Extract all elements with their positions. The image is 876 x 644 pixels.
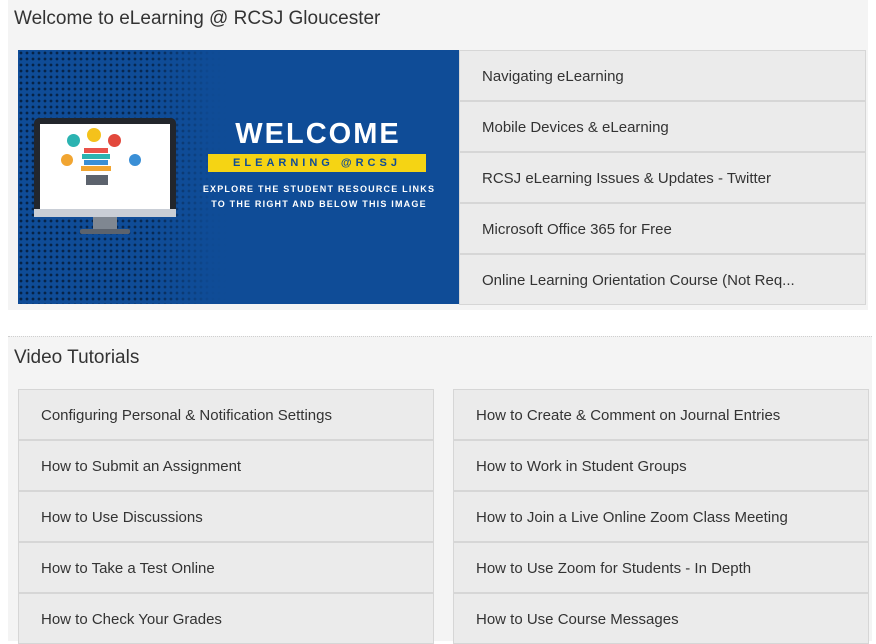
link-twitter-updates[interactable]: RCSJ eLearning Issues & Updates - Twitte… (459, 152, 866, 203)
orange-circle-icon (61, 154, 73, 166)
link-orientation-course[interactable]: Online Learning Orientation Course (Not … (459, 254, 866, 305)
tutorial-link[interactable]: How to Use Course Messages (453, 593, 869, 644)
welcome-banner-image: WELCOME ELEARNING @RCSJ EXPLORE THE STUD… (18, 50, 459, 304)
laptop-icon (86, 175, 108, 185)
red-circle-icon (108, 134, 121, 147)
tutorial-link[interactable]: How to Join a Live Online Zoom Class Mee… (453, 491, 869, 542)
link-mobile-devices[interactable]: Mobile Devices & eLearning (459, 101, 866, 152)
blue-circle-icon (129, 154, 141, 166)
link-navigating-elearning[interactable]: Navigating eLearning (459, 50, 866, 101)
welcome-module: Welcome to eLearning @ RCSJ Gloucester W… (8, 0, 868, 310)
tutorial-link[interactable]: How to Check Your Grades (18, 593, 434, 644)
tutorial-link[interactable]: How to Submit an Assignment (18, 440, 434, 491)
welcome-module-title: Welcome to eLearning @ RCSJ Gloucester (14, 8, 381, 29)
tutorial-link[interactable]: How to Work in Student Groups (453, 440, 869, 491)
link-office-365[interactable]: Microsoft Office 365 for Free (459, 203, 866, 254)
tutorial-link[interactable]: How to Take a Test Online (18, 542, 434, 593)
banner-explore-text: EXPLORE THE STUDENT RESOURCE LINKS TO TH… (202, 184, 436, 209)
yellow-circle-icon (87, 128, 101, 142)
banner-tagline: ELEARNING @RCSJ (208, 154, 426, 172)
banner-headline: WELCOME (235, 118, 401, 150)
tutorial-link[interactable]: How to Create & Comment on Journal Entri… (453, 389, 869, 440)
video-tutorials-title: Video Tutorials (14, 347, 140, 368)
teal-circle-icon (67, 134, 80, 147)
video-tutorials-module: Video Tutorials Configuring Personal & N… (8, 336, 872, 644)
tutorial-link[interactable]: How to Use Discussions (18, 491, 434, 542)
book-stack-icon (84, 148, 108, 153)
tutorial-link[interactable]: Configuring Personal & Notification Sett… (18, 389, 434, 440)
tutorial-link[interactable]: How to Use Zoom for Students - In Depth (453, 542, 869, 593)
